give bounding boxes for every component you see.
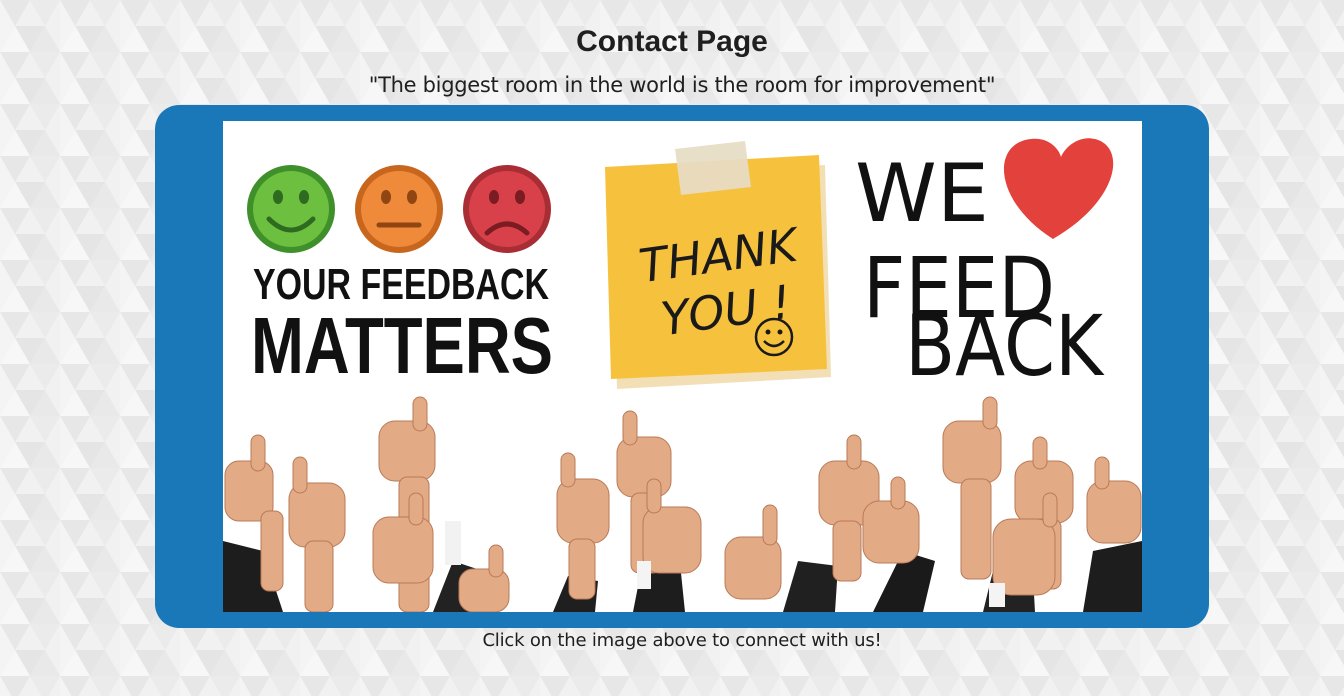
neutral-face-icon	[355, 165, 443, 253]
page-quote: "The biggest room in the world is the ro…	[368, 73, 996, 97]
we-text: WE	[855, 147, 989, 240]
sad-face-icon	[463, 165, 551, 253]
feedback-banner-image[interactable]: YOUR FEEDBACK MATTERS THANK YOU ! WE FEE…	[223, 121, 1142, 612]
contact-image-link[interactable]: YOUR FEEDBACK MATTERS THANK YOU ! WE FEE…	[155, 105, 1209, 628]
back-text: BACK	[905, 297, 1105, 395]
page-title: Contact Page	[576, 25, 768, 58]
happy-face-icon	[247, 165, 335, 253]
matters-text: MATTERS	[251, 301, 553, 390]
connect-caption: Click on the image above to connect with…	[482, 630, 882, 651]
thank-you-sticky-note: THANK YOU !	[605, 141, 831, 389]
